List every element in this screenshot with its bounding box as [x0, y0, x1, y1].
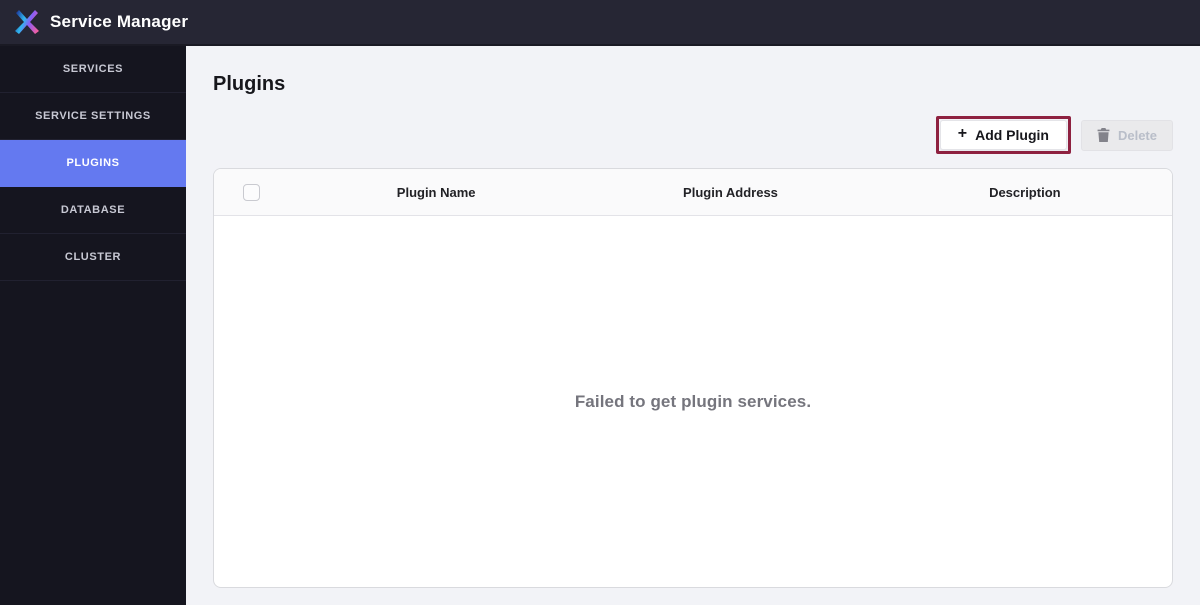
select-all-cell [214, 183, 289, 201]
column-header-plugin-name: Plugin Name [396, 184, 476, 200]
sidebar-item-label: SERVICE SETTINGS [35, 110, 151, 122]
table-body: Failed to get plugin services. [214, 216, 1172, 587]
topbar: Service Manager [0, 0, 1200, 46]
sidebar-item-service-settings[interactable]: SERVICE SETTINGS [0, 93, 186, 140]
select-all-checkbox[interactable] [243, 183, 260, 201]
column-header-plugin-address: Plugin Address [683, 184, 778, 200]
layout: SERVICES SERVICE SETTINGS PLUGINS DATABA… [0, 46, 1200, 605]
trash-icon [1097, 128, 1110, 142]
empty-state-message: Failed to get plugin services. [574, 391, 812, 411]
delete-button[interactable]: Delete [1080, 119, 1173, 151]
main-content: Plugins + Add Plugin Delete Plugin Name … [186, 46, 1200, 605]
sidebar-item-label: SERVICES [62, 63, 124, 75]
sidebar-item-label: PLUGINS [66, 157, 120, 169]
app-logo-icon [15, 10, 39, 34]
sidebar-item-cluster[interactable]: CLUSTER [0, 234, 186, 281]
plugins-table: Plugin Name Plugin Address Description F… [213, 168, 1173, 588]
sidebar-item-label: DATABASE [60, 204, 126, 216]
sidebar-item-plugins[interactable]: PLUGINS [0, 140, 186, 187]
page-title: Plugins [213, 73, 286, 95]
sidebar-item-services[interactable]: SERVICES [0, 46, 186, 93]
add-plugin-button[interactable]: + Add Plugin [939, 120, 1067, 150]
sidebar-item-database[interactable]: DATABASE [0, 187, 186, 234]
table-header-row: Plugin Name Plugin Address Description [214, 169, 1172, 216]
toolbar: + Add Plugin Delete [213, 116, 1173, 154]
sidebar: SERVICES SERVICE SETTINGS PLUGINS DATABA… [0, 46, 186, 605]
plus-icon: + [957, 125, 968, 142]
column-header-description: Description [989, 184, 1061, 200]
app-title: Service Manager [50, 12, 189, 31]
add-plugin-button-label: Add Plugin [975, 127, 1049, 143]
sidebar-item-label: CLUSTER [64, 251, 122, 263]
delete-button-label: Delete [1117, 127, 1157, 143]
add-plugin-highlight-annotation: + Add Plugin [935, 116, 1071, 154]
